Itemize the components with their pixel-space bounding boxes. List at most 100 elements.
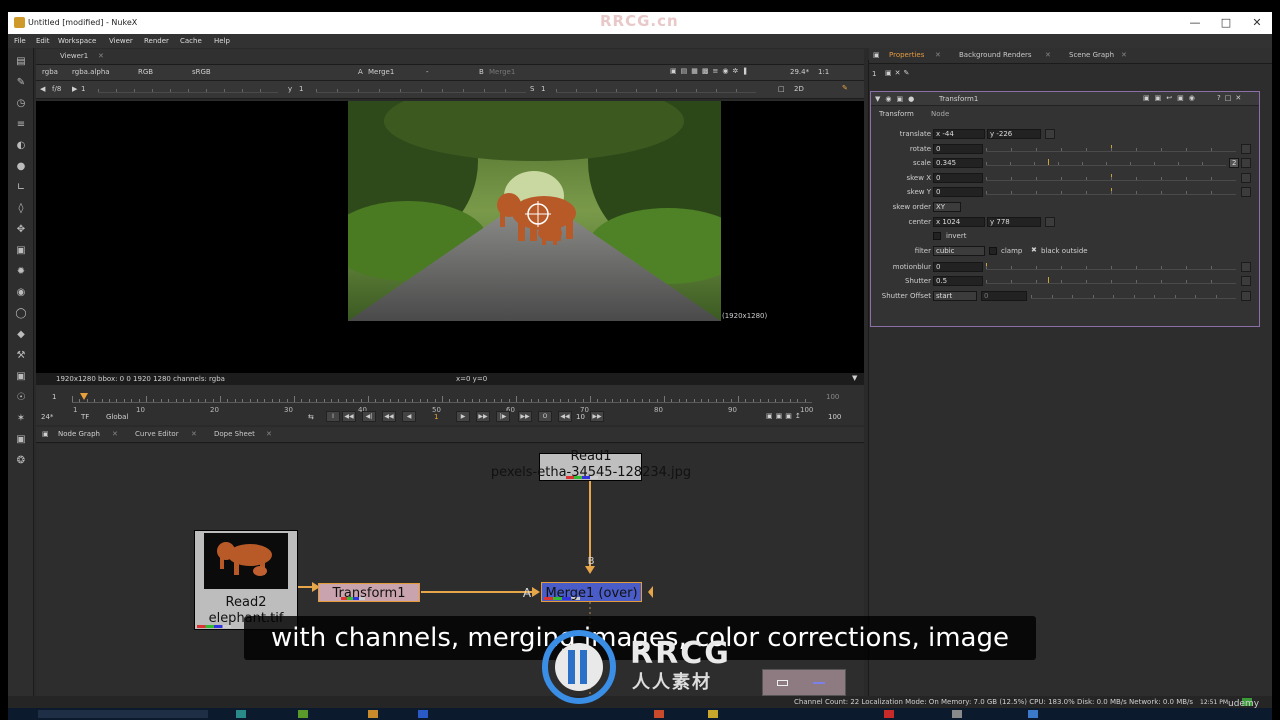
fstop-value[interactable]: 1 [81, 85, 85, 93]
taskbar-app-icon[interactable] [884, 710, 894, 718]
taskbar-app-icon[interactable] [952, 710, 962, 718]
gamma-value[interactable]: 1 [299, 85, 303, 93]
skew-y-slider[interactable] [986, 185, 1236, 195]
prev-keyframe-button[interactable]: ◀| [362, 411, 376, 422]
motionblur-animation-icon[interactable] [1241, 262, 1251, 272]
b-input-dropdown[interactable]: Merge1 [489, 68, 515, 79]
invert-checkbox[interactable] [933, 232, 941, 240]
play-backward-button[interactable]: ◀ [402, 411, 416, 422]
step-field[interactable]: 10 [576, 413, 585, 421]
center-animation-icon[interactable] [1045, 217, 1055, 227]
playhead[interactable] [80, 393, 88, 400]
ocula-icon[interactable]: ✶ [15, 413, 27, 425]
taskbar-app-icon[interactable] [708, 710, 718, 718]
keyer-nodes-icon[interactable]: ∟ [15, 182, 27, 194]
taskbar-app-icon[interactable] [418, 710, 428, 718]
play-forward-button[interactable]: ▶ [456, 411, 470, 422]
skew-x-animation-icon[interactable] [1241, 173, 1251, 183]
tab-viewer1[interactable]: Viewer1 [60, 52, 88, 60]
alpha-dropdown[interactable]: rgba.alpha [72, 68, 110, 79]
color-nodes-icon[interactable]: ◐ [15, 140, 27, 152]
step-back-button[interactable]: ◀◀ [558, 411, 572, 422]
fps-dropdown[interactable]: 24* [41, 413, 53, 424]
properties-tool-icons[interactable]: ▣✕✎ [885, 69, 912, 77]
taskbar-app-icon[interactable] [654, 710, 664, 718]
view-mode-dropdown[interactable]: 2D [794, 85, 804, 96]
menu-render[interactable]: Render [144, 37, 169, 45]
filter-dropdown[interactable]: cubic [933, 246, 985, 256]
close-dope-sheet-icon[interactable]: ✕ [266, 430, 272, 438]
shutter-offset-animation-icon[interactable] [1241, 291, 1251, 301]
image-nodes-icon[interactable]: ▤ [15, 56, 27, 68]
toolsets-icon[interactable]: ⚒ [15, 350, 27, 362]
channel-nodes-icon[interactable]: ≡ [15, 119, 27, 131]
skew-y-animation-icon[interactable] [1241, 187, 1251, 197]
skew-x-slider[interactable] [986, 171, 1236, 181]
zoom-dropdown[interactable]: 29.4* [790, 68, 809, 79]
tab-curve-editor[interactable]: Curve Editor [135, 430, 179, 438]
first-frame-button[interactable]: ◀◀ [342, 411, 356, 422]
translate-x-field[interactable]: x -44 [933, 129, 985, 139]
timeline-tool-icons[interactable]: ▣▣▣↥ [766, 412, 804, 420]
in-point-button[interactable]: I [326, 411, 340, 422]
other-tools-icon[interactable]: ❂ [15, 455, 27, 467]
maximize-icon[interactable]: □ [1219, 16, 1233, 30]
skew-x-field[interactable]: 0 [933, 173, 983, 183]
scale-channels-button[interactable]: 2 [1229, 158, 1239, 168]
minimize-icon[interactable]: — [1188, 16, 1202, 30]
motionblur-slider[interactable] [986, 260, 1236, 270]
node-window-icons[interactable]: ?□✕ [1217, 94, 1245, 102]
close-properties-icon[interactable]: ✕ [935, 51, 941, 59]
last-frame-button[interactable]: ▶▶ [518, 411, 532, 422]
timeline-ruler[interactable] [72, 391, 812, 403]
time-nodes-icon[interactable]: ◷ [15, 98, 27, 110]
tab-dope-sheet[interactable]: Dope Sheet [214, 430, 255, 438]
lut-dropdown[interactable]: sRGB [192, 68, 211, 79]
step-forward-button[interactable]: ▶▶ [590, 411, 604, 422]
rotate-field[interactable]: 0 [933, 144, 983, 154]
timeline-end[interactable]: 100 [826, 393, 839, 401]
close-node-graph-icon[interactable]: ✕ [112, 430, 118, 438]
tf-dropdown[interactable]: TF [81, 413, 89, 424]
particles-nodes-icon[interactable]: ✹ [15, 266, 27, 278]
viewer-canvas[interactable]: (1920x1280) [36, 101, 864, 373]
tab-background-renders[interactable]: Background Renders [959, 51, 1032, 59]
out-point-button[interactable]: O [538, 411, 552, 422]
black-outside-checkbox[interactable]: ✖ [1031, 246, 1037, 254]
loop-mode-icon[interactable]: ⇆ [308, 413, 314, 421]
center-y-field[interactable]: y 778 [987, 217, 1041, 227]
a-input-dropdown[interactable]: Merge1 [368, 68, 394, 79]
taskbar-app-icon[interactable] [298, 710, 308, 718]
timeline-start[interactable]: 1 [52, 393, 56, 401]
gain-slider[interactable] [98, 83, 278, 93]
motionblur-field[interactable]: 0 [933, 262, 983, 272]
panel-menu-icon[interactable]: ▣ [873, 51, 880, 59]
scale-animation-icon[interactable] [1241, 158, 1251, 168]
node-header-icons[interactable]: ▼◉▣● [875, 95, 919, 103]
menu-viewer[interactable]: Viewer [109, 37, 133, 45]
tab-node-graph[interactable]: Node Graph [58, 430, 100, 438]
paint-icon[interactable]: ✎ [842, 84, 848, 92]
merge-nodes-icon[interactable]: ◊ [15, 203, 27, 215]
tab-properties[interactable]: Properties [889, 51, 924, 59]
tab-scene-graph[interactable]: Scene Graph [1069, 51, 1114, 59]
prev-fstop-icon[interactable]: ◀ [40, 85, 45, 93]
max-panels-field[interactable]: 1 [872, 70, 876, 78]
scope-dropdown[interactable]: Global [106, 413, 128, 424]
shutter-slider[interactable] [986, 274, 1236, 284]
close-scene-graph-icon[interactable]: ✕ [1121, 51, 1127, 59]
taskbar-app-icon[interactable] [236, 710, 246, 718]
deep-nodes-icon[interactable]: ◉ [15, 287, 27, 299]
menu-help[interactable]: Help [214, 37, 230, 45]
plugins-icon[interactable]: ▣ [15, 434, 27, 446]
info-dropdown-icon[interactable]: ▼ [852, 374, 857, 382]
tab-transform-knobs[interactable]: Transform [879, 110, 914, 118]
draw-nodes-icon[interactable]: ✎ [15, 77, 27, 89]
next-fstop-icon[interactable]: ▶ [72, 85, 77, 93]
shutter-custom-offset-field[interactable]: 0 [981, 291, 1027, 301]
rotate-slider[interactable] [986, 142, 1236, 152]
transform-nodes-icon[interactable]: ✥ [15, 224, 27, 236]
shutter-offset-dropdown[interactable]: start [933, 291, 977, 301]
node-name-field[interactable]: Transform1 [939, 95, 978, 103]
saturation-slider[interactable] [556, 83, 756, 93]
